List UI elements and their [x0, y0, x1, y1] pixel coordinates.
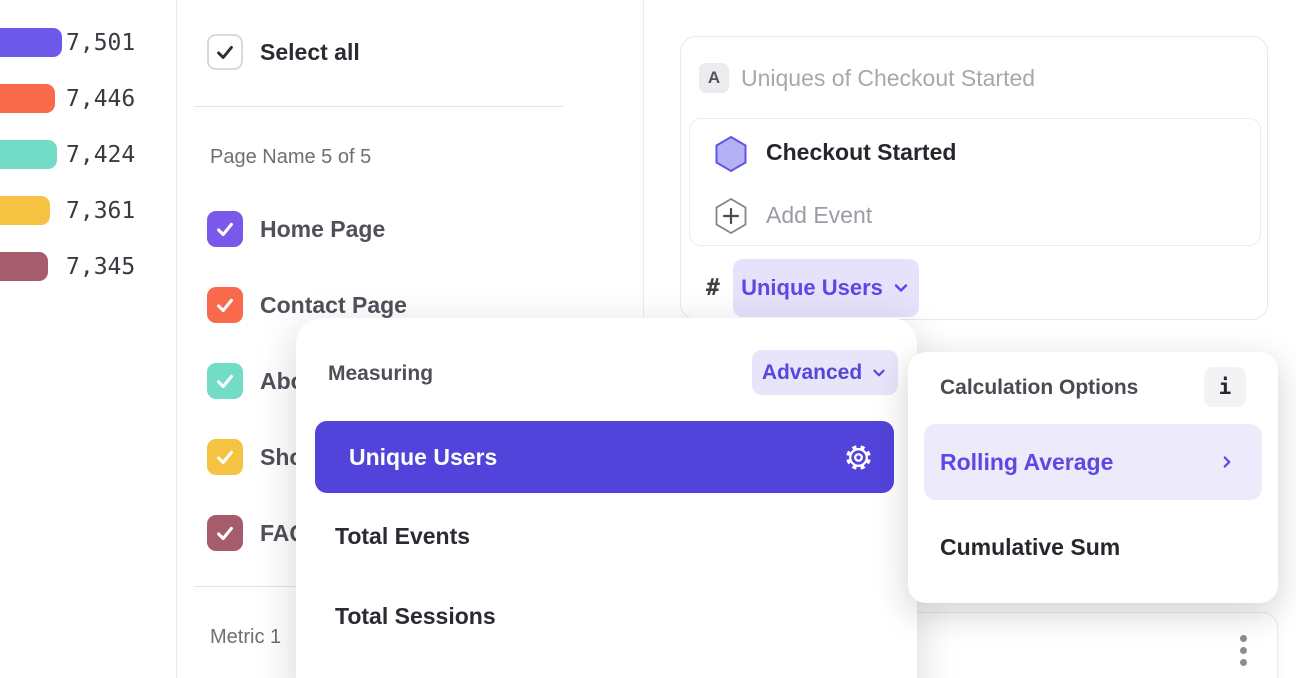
kebab-dot: [1240, 659, 1247, 666]
measuring-menu-title: Measuring: [328, 362, 433, 386]
bar-row: 7,424: [0, 140, 57, 169]
info-icon[interactable]: i: [1204, 367, 1246, 407]
checkmark-icon: [214, 446, 236, 468]
bar-row: 7,345: [0, 252, 48, 281]
bar-segment[interactable]: [0, 252, 48, 281]
bar-value: 7,424: [66, 142, 135, 168]
kebab-menu-button[interactable]: [1240, 635, 1247, 666]
kebab-dot: [1240, 635, 1247, 642]
measurement-value: Unique Users: [741, 275, 883, 301]
bar-value: 7,446: [66, 86, 135, 112]
bar-segment[interactable]: [0, 28, 62, 57]
calc-option-label: Rolling Average: [940, 449, 1113, 476]
add-event-icon: [714, 197, 748, 235]
calc-popup-title: Calculation Options: [940, 376, 1138, 400]
measurement-dropdown-button[interactable]: Unique Users: [733, 259, 919, 317]
kebab-dot: [1240, 647, 1247, 654]
event-name[interactable]: Checkout Started: [766, 139, 956, 166]
metric-footer-label: Metric 1: [210, 626, 281, 649]
divider: [194, 106, 563, 107]
bar-value: 7,501: [66, 30, 135, 56]
insights-analytics-screen: 7,501 7,446 7,424 7,361 7,345 Select all: [0, 0, 1296, 678]
add-event-button[interactable]: Add Event: [766, 202, 872, 229]
group-label: Page Name 5 of 5: [210, 146, 371, 169]
calculation-options-popup: Calculation Options i Rolling Average Cu…: [908, 352, 1278, 603]
menu-option-label: Unique Users: [349, 444, 497, 471]
aggregation-hash-symbol: #: [706, 275, 720, 301]
event-hexagon-icon: [714, 135, 748, 173]
bar-segment[interactable]: [0, 84, 55, 113]
checkbox-about-page[interactable]: [207, 363, 243, 399]
checkbox-home-page[interactable]: [207, 211, 243, 247]
calc-option-rolling-average[interactable]: Rolling Average: [924, 424, 1262, 500]
menu-option-total-events[interactable]: Total Events: [335, 523, 470, 550]
bar-value: 7,361: [66, 198, 135, 224]
chevron-right-icon: [1218, 453, 1236, 471]
measuring-dropdown-menu: Measuring Advanced Unique Users Total Ev…: [296, 318, 917, 678]
query-builder-card: A Uniques of Checkout Started Checkout S…: [680, 36, 1268, 320]
menu-option-total-sessions[interactable]: Total Sessions: [335, 603, 496, 630]
chevron-down-icon: [891, 278, 911, 298]
bar-value: 7,345: [66, 254, 135, 280]
panel-divider-left: [176, 0, 177, 678]
advanced-mode-value: Advanced: [762, 361, 862, 385]
chevron-down-icon: [870, 364, 888, 382]
checkbox-label-home-page: Home Page: [260, 216, 385, 243]
checkmark-icon: [214, 41, 236, 63]
gear-icon[interactable]: [845, 444, 872, 471]
series-letter-badge: A: [699, 63, 729, 93]
checkbox-shop-page[interactable]: [207, 439, 243, 475]
select-all-label: Select all: [260, 39, 360, 66]
bar-segment[interactable]: [0, 196, 50, 225]
checkmark-icon: [214, 294, 236, 316]
select-all-checkbox[interactable]: [207, 34, 243, 70]
advanced-mode-dropdown[interactable]: Advanced: [752, 350, 898, 395]
checkbox-faq-page[interactable]: [207, 515, 243, 551]
checkbox-contact-page[interactable]: [207, 287, 243, 323]
checkmark-icon: [214, 218, 236, 240]
bar-row: 7,501: [0, 28, 62, 57]
menu-option-unique-users[interactable]: Unique Users: [315, 421, 894, 493]
event-card: Checkout Started Add Event: [689, 118, 1261, 246]
checkmark-icon: [214, 370, 236, 392]
checkmark-icon: [214, 522, 236, 544]
bar-row: 7,446: [0, 84, 55, 113]
bar-row: 7,361: [0, 196, 50, 225]
checkbox-label-contact-page: Contact Page: [260, 292, 407, 319]
bar-segment[interactable]: [0, 140, 57, 169]
calc-option-cumulative-sum[interactable]: Cumulative Sum: [940, 534, 1120, 561]
series-name-input[interactable]: Uniques of Checkout Started: [741, 65, 1035, 92]
